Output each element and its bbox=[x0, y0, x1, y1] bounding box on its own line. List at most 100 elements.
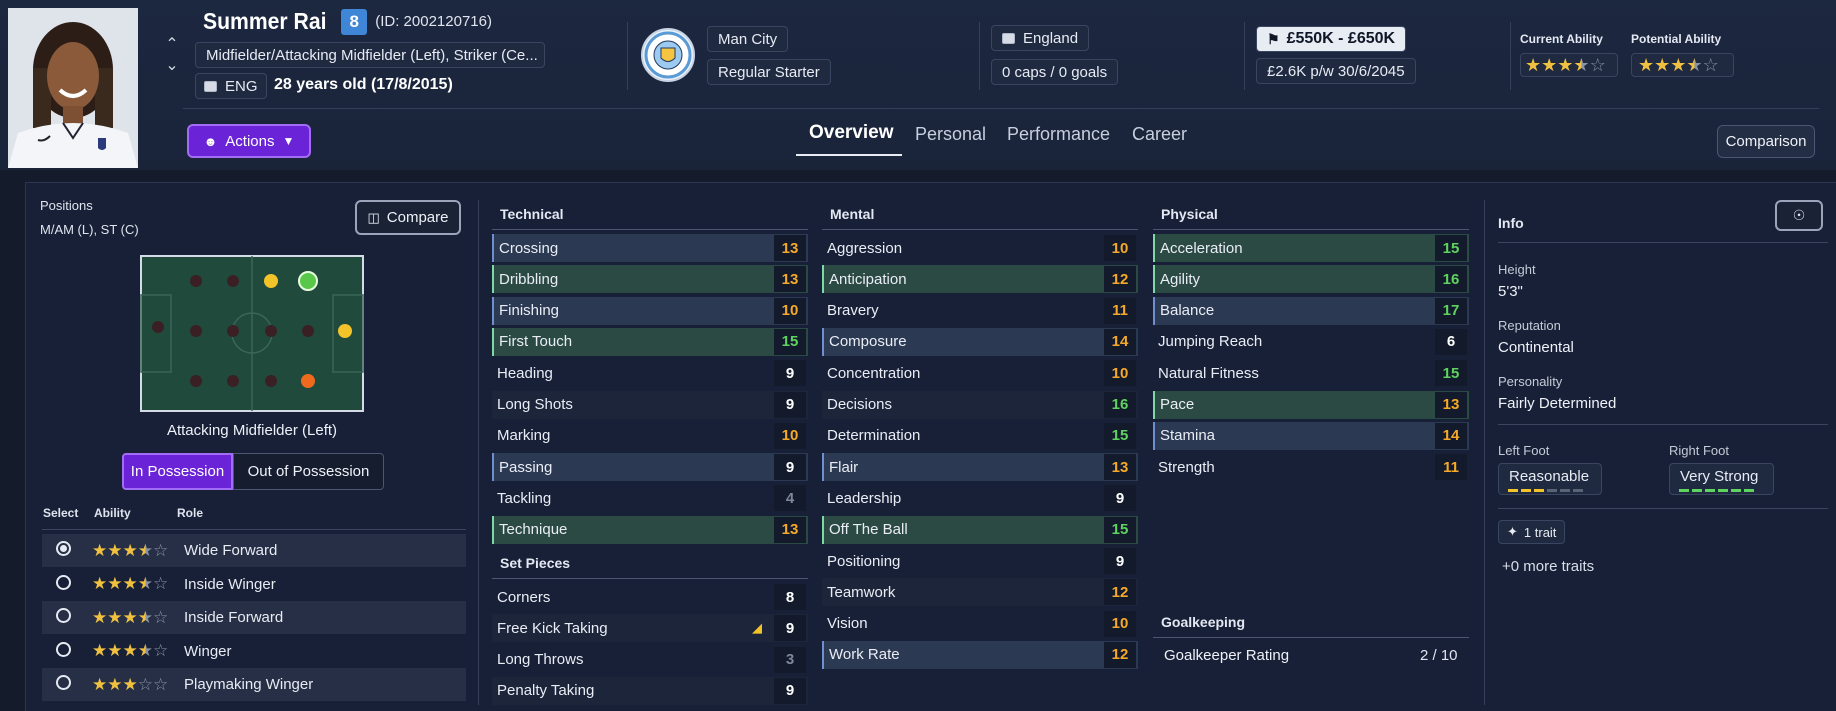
attribute-value: 9 bbox=[774, 391, 806, 418]
preferred-set-piece-icon: ◢ bbox=[752, 620, 762, 636]
attribute-value: 12 bbox=[1104, 266, 1136, 293]
sparkle-icon: ✦ bbox=[1507, 524, 1518, 539]
attribute-row[interactable]: First Touch 15 bbox=[492, 327, 808, 356]
attribute-row[interactable]: Anticipation 12 bbox=[822, 265, 1138, 294]
attribute-name: Teamwork bbox=[827, 583, 896, 601]
attribute-value: 9 bbox=[1104, 548, 1136, 574]
attribute-row[interactable]: Finishing 10 bbox=[492, 296, 808, 325]
attribute-row[interactable]: Free Kick Taking ◢ 9 bbox=[492, 614, 808, 643]
header-divider bbox=[183, 108, 1819, 109]
previous-player-chevron-up-icon[interactable]: ⌃ bbox=[163, 34, 181, 54]
nation-name[interactable]: England bbox=[991, 25, 1090, 51]
attribute-row[interactable]: Marking 10 bbox=[492, 422, 808, 450]
attribute-row[interactable]: Long Shots 9 bbox=[492, 390, 808, 419]
squad-number-badge: 8 bbox=[341, 8, 368, 35]
comparison-button[interactable]: Comparison bbox=[1717, 125, 1815, 158]
role-row[interactable]: ★★★★☆ Winger bbox=[42, 635, 466, 668]
attribute-row[interactable]: Stamina 14 bbox=[1153, 421, 1469, 450]
attribute-row[interactable]: Balance 17 bbox=[1153, 296, 1469, 325]
attribute-row[interactable]: Corners 8 bbox=[492, 583, 808, 611]
attribute-row[interactable]: Passing 9 bbox=[492, 453, 808, 482]
role-row[interactable]: ★★★☆☆ Playmaking Winger bbox=[42, 668, 466, 701]
positions-value: M/AM (L), ST (C) bbox=[40, 222, 139, 237]
role-row[interactable]: ★★★★☆ Inside Forward bbox=[42, 601, 466, 634]
in-possession-toggle[interactable]: In Possession bbox=[122, 453, 233, 490]
attribute-row[interactable]: Teamwork 12 bbox=[822, 578, 1138, 607]
next-player-chevron-down-icon[interactable]: ⌄ bbox=[163, 55, 181, 75]
role-radio[interactable] bbox=[56, 608, 71, 623]
attribute-row[interactable]: Jumping Reach 6 bbox=[1153, 328, 1469, 356]
attribute-row[interactable]: Penalty Taking 9 bbox=[492, 676, 808, 705]
attribute-row[interactable]: Vision 10 bbox=[822, 610, 1138, 638]
attribute-name: Bravery bbox=[827, 302, 879, 320]
attribute-row[interactable]: Concentration 10 bbox=[822, 359, 1138, 387]
attribute-row[interactable]: Strength 11 bbox=[1153, 453, 1469, 481]
attribute-name: Dribbling bbox=[499, 270, 559, 288]
role-radio[interactable] bbox=[56, 675, 71, 690]
attribute-row[interactable]: Determination 15 bbox=[822, 422, 1138, 450]
attribute-name: Corners bbox=[497, 588, 551, 606]
squad-status: Regular Starter bbox=[707, 59, 831, 85]
attribute-row[interactable]: Aggression 10 bbox=[822, 234, 1138, 262]
role-radio[interactable] bbox=[56, 574, 71, 590]
role-name: Wide Forward bbox=[184, 542, 278, 559]
role-row[interactable]: ★★★★☆ Wide Forward bbox=[42, 534, 466, 567]
role-name: Winger bbox=[184, 642, 232, 660]
attribute-row[interactable]: Bravery 11 bbox=[822, 297, 1138, 325]
attribute-value: 9 bbox=[774, 454, 806, 481]
role-radio[interactable] bbox=[56, 541, 71, 556]
tab-career[interactable]: Career bbox=[1132, 124, 1187, 145]
actions-button[interactable]: ☻ Actions ▼ bbox=[187, 124, 311, 158]
height-value: 5'3" bbox=[1498, 283, 1523, 300]
transfer-value[interactable]: ⚑ £550K - £650K bbox=[1256, 26, 1407, 52]
attribute-value: 16 bbox=[1435, 266, 1467, 293]
compare-button[interactable]: ◫ Compare bbox=[355, 200, 461, 235]
attribute-row[interactable]: Heading 9 bbox=[492, 359, 808, 387]
more-traits-link[interactable]: +0 more traits bbox=[1502, 558, 1594, 575]
club-crest-icon[interactable] bbox=[641, 28, 695, 82]
role-row[interactable]: ★★★★☆ Inside Winger bbox=[42, 568, 466, 601]
attribute-row[interactable]: Decisions 16 bbox=[822, 390, 1138, 419]
attribute-row[interactable]: Flair 13 bbox=[822, 453, 1138, 482]
info-title: Info bbox=[1498, 215, 1524, 231]
personality-label: Personality bbox=[1498, 374, 1563, 389]
tab-overview[interactable]: Overview bbox=[809, 122, 894, 144]
attribute-value: 10 bbox=[774, 297, 806, 324]
player-info-icon[interactable]: ☉ bbox=[1775, 200, 1823, 231]
pitch-diagram[interactable] bbox=[140, 255, 364, 412]
attribute-row[interactable]: Positioning 9 bbox=[822, 547, 1138, 575]
attribute-row[interactable]: Off The Ball 15 bbox=[822, 515, 1138, 544]
tab-performance[interactable]: Performance bbox=[1007, 124, 1110, 145]
attribute-row[interactable]: Pace 13 bbox=[1153, 390, 1469, 419]
attribute-row[interactable]: Acceleration 15 bbox=[1153, 234, 1469, 262]
attribute-row[interactable]: Agility 16 bbox=[1153, 265, 1469, 294]
flag-icon bbox=[204, 80, 217, 92]
attribute-row[interactable]: Dribbling 13 bbox=[492, 265, 808, 294]
attribute-row[interactable]: Crossing 13 bbox=[492, 234, 808, 262]
attribute-name: Penalty Taking bbox=[497, 682, 595, 700]
attribute-row[interactable]: Work Rate 12 bbox=[822, 640, 1138, 669]
attribute-value: 11 bbox=[1435, 454, 1467, 481]
role-radio[interactable] bbox=[56, 641, 71, 657]
traits-badge[interactable]: ✦ 1 trait bbox=[1498, 520, 1566, 544]
attribute-row[interactable]: Technique 13 bbox=[492, 515, 808, 544]
tab-personal[interactable]: Personal bbox=[915, 124, 986, 145]
attribute-row[interactable]: Leadership 9 bbox=[822, 484, 1138, 512]
out-of-possession-toggle[interactable]: Out of Possession bbox=[233, 453, 384, 490]
attribute-value: 13 bbox=[1104, 454, 1136, 481]
attribute-row[interactable]: Natural Fitness 15 bbox=[1153, 359, 1469, 387]
club-name[interactable]: Man City bbox=[707, 26, 789, 52]
potential-ability-label: Potential Ability bbox=[1631, 32, 1722, 46]
goalkeeper-rating-value: 2 / 10 bbox=[1420, 647, 1458, 664]
foot-meter-segment bbox=[1547, 489, 1557, 492]
attribute-row[interactable]: Long Throws 3 bbox=[492, 646, 808, 674]
attribute-value: 8 bbox=[774, 584, 806, 610]
attribute-row[interactable]: Composure 14 bbox=[822, 327, 1138, 356]
attribute-name: Agility bbox=[1160, 270, 1201, 288]
attribute-value: 9 bbox=[774, 615, 806, 642]
attribute-name: Technique bbox=[499, 521, 568, 539]
attribute-row[interactable]: Tackling 4 bbox=[492, 484, 808, 512]
attribute-name: Long Throws bbox=[497, 651, 584, 669]
attribute-name: Finishing bbox=[499, 302, 560, 320]
attribute-value: 10 bbox=[1104, 360, 1136, 387]
